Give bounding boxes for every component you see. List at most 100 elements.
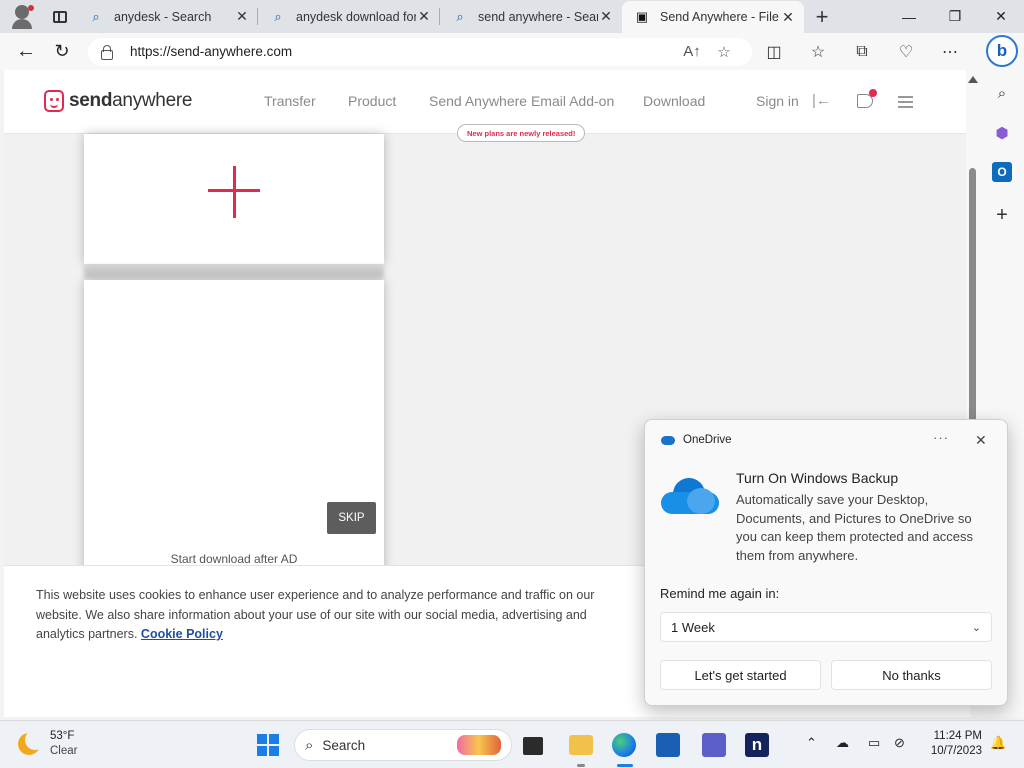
windows-taskbar: 53°F Clear ⌕ Search n ⌃ ☁ ▭ ⊘ 11:24 PM 1… [0, 720, 1024, 768]
close-icon[interactable]: ✕ [598, 8, 614, 25]
logo-text-prefix: send [69, 90, 113, 111]
weather-condition: Clear [50, 745, 78, 757]
tab-actions-icon[interactable] [44, 0, 76, 33]
tab-send-anywhere-search[interactable]: ⌕ send anywhere - Sear ✕ [440, 0, 622, 33]
remind-dropdown[interactable]: 1 Week ⌄ [660, 612, 992, 642]
title-bar: ⌕ anydesk - Search ✕ ⌕ anydesk download … [0, 0, 1024, 33]
onedrive-cloud-icon [659, 431, 675, 445]
new-tab-button[interactable]: + [804, 0, 840, 33]
notification-dot [869, 89, 877, 97]
lets-get-started-button[interactable]: Let's get started [660, 660, 821, 690]
outlook-icon[interactable]: O [992, 162, 1012, 182]
nav-sign-in[interactable]: Sign in [756, 93, 799, 109]
office-icon[interactable]: ⬢ [992, 123, 1012, 143]
profile-avatar-icon[interactable] [0, 0, 44, 33]
new-plans-badge[interactable]: New plans are newly released! [457, 124, 586, 142]
more-options-icon[interactable]: ··· [933, 430, 949, 445]
scroll-up-icon[interactable] [968, 76, 978, 83]
nav-product[interactable]: Product [348, 93, 396, 109]
favorite-star-icon[interactable]: ☆ [708, 43, 740, 61]
skip-ad-button[interactable]: SKIP [327, 502, 376, 534]
clock-time: 11:24 PM [933, 730, 982, 742]
sign-in-arrow-icon[interactable]: |← [812, 92, 831, 109]
address-bar[interactable]: https://send-anywhere.com A↑ ☆ [88, 37, 752, 66]
taskbar-search[interactable]: ⌕ Search [294, 729, 512, 761]
close-icon[interactable]: ✕ [234, 8, 250, 25]
restore-icon[interactable]: ❐ [932, 0, 978, 33]
system-clock[interactable]: 11:24 PM 10/7/2023 [922, 729, 982, 759]
microsoft-store-icon[interactable] [656, 733, 680, 757]
add-files-card[interactable] [84, 134, 384, 264]
weather-widget[interactable]: 53°F Clear [18, 729, 77, 759]
sendanywhere-logo[interactable]: sendanywhere [44, 90, 192, 112]
tab-label: anydesk download for [296, 9, 416, 24]
cookie-message: This website uses cookies to enhance use… [36, 588, 595, 641]
logo-text-suffix: anywhere [112, 90, 193, 111]
tab-send-anywhere-file[interactable]: ▣ Send Anywhere - File S ✕ [622, 1, 804, 33]
onedrive-title: Turn On Windows Backup [736, 470, 899, 486]
close-window-icon[interactable]: ✕ [978, 0, 1024, 33]
windows-start-icon[interactable] [257, 734, 279, 756]
onedrive-tray-icon[interactable]: ☁ [836, 735, 849, 751]
tab-anydesk-search[interactable]: ⌕ anydesk - Search ✕ [76, 0, 258, 33]
clock-date: 10/7/2023 [930, 745, 982, 757]
read-aloud-icon[interactable]: A↑ [676, 43, 708, 60]
add-icon[interactable]: + [992, 204, 1012, 226]
search-icon: ⌕ [305, 736, 314, 754]
moon-icon [18, 730, 45, 755]
no-thanks-button[interactable]: No thanks [831, 660, 992, 690]
teams-icon[interactable] [702, 733, 726, 757]
search-icon[interactable]: ⌕ [992, 83, 1012, 103]
onedrive-notification: OneDrive ··· ✕ Turn On Windows Backup Au… [644, 419, 1008, 706]
search-icon: ⌕ [456, 8, 464, 24]
task-view-icon[interactable] [523, 737, 543, 755]
cookie-text: This website uses cookies to enhance use… [36, 586, 636, 645]
tab-label: anydesk - Search [114, 9, 212, 24]
temperature: 53°F [50, 730, 75, 742]
search-label: Search [322, 737, 366, 753]
chevron-up-icon[interactable]: ⌃ [806, 735, 817, 751]
display-icon[interactable]: ▭ [868, 735, 880, 751]
bing-copilot-icon[interactable]: b [986, 35, 1018, 67]
search-icon: ⌕ [92, 8, 100, 24]
onedrive-description: Automatically save your Desktop, Documen… [736, 492, 974, 563]
hamburger-menu-icon[interactable] [898, 96, 913, 108]
nav-download[interactable]: Download [643, 93, 705, 109]
onedrive-app-name: OneDrive [683, 434, 732, 446]
browser-toolbar: ← ↻ https://send-anywhere.com A↑ ☆ ◫ ☆ ⧉… [0, 33, 980, 70]
n-app-icon[interactable]: n [745, 733, 769, 757]
back-button[interactable]: ← [8, 34, 44, 70]
chevron-down-icon: ⌄ [971, 621, 981, 634]
edge-browser-icon[interactable] [612, 733, 636, 757]
remind-label: Remind me again in: [660, 586, 780, 601]
file-explorer-icon[interactable] [569, 735, 593, 755]
cookie-policy-link[interactable]: Cookie Policy [141, 627, 223, 641]
logo-icon [44, 90, 64, 112]
tab-label: send anywhere - Sear [478, 9, 598, 24]
ad-card: SKIP Start download after AD [84, 280, 384, 580]
search-icon: ⌕ [274, 8, 282, 24]
close-icon[interactable]: ✕ [975, 432, 987, 449]
notification-bell-icon[interactable]: 🔔 [990, 735, 1006, 751]
collections-icon[interactable]: ⧉ [840, 43, 884, 61]
sendanywhere-icon: ▣ [635, 9, 649, 24]
start-download-text: Start download after AD [170, 552, 298, 566]
minimize-icon[interactable]: — [886, 0, 932, 33]
tab-anydesk-download[interactable]: ⌕ anydesk download for ✕ [258, 0, 440, 33]
lock-icon[interactable] [100, 44, 113, 60]
close-icon[interactable]: ✕ [416, 8, 432, 25]
url-text[interactable]: https://send-anywhere.com [130, 44, 676, 59]
browser-essentials-icon[interactable]: ♡ [884, 42, 928, 62]
remind-value: 1 Week [671, 619, 715, 635]
favorites-icon[interactable]: ☆ [796, 42, 840, 62]
onedrive-large-cloud-icon [661, 478, 719, 516]
divider-bar [84, 266, 384, 278]
volume-muted-icon[interactable]: ⊘ [894, 735, 905, 751]
tab-label: Send Anywhere - File S [660, 10, 780, 24]
split-screen-icon[interactable]: ◫ [752, 42, 796, 62]
close-icon[interactable]: ✕ [780, 9, 796, 26]
more-menu-icon[interactable]: ⋯ [928, 42, 972, 62]
refresh-button[interactable]: ↻ [44, 34, 80, 70]
nav-transfer[interactable]: Transfer [264, 93, 316, 109]
nav-email-addon[interactable]: Send Anywhere Email Add-on [429, 93, 614, 109]
